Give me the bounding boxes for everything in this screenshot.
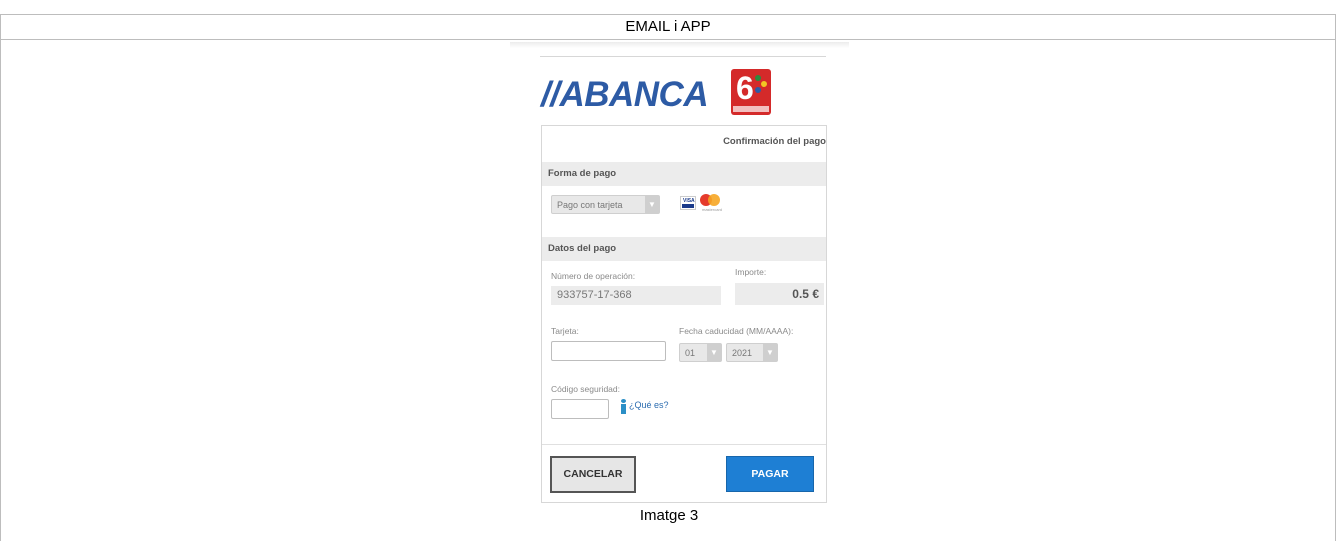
expiry-month-select[interactable]: 01 ▼ bbox=[679, 343, 722, 362]
chevron-down-icon: ▼ bbox=[707, 344, 721, 361]
screenshot-divider bbox=[540, 56, 826, 57]
info-icon-dot bbox=[621, 399, 626, 403]
lottery-dot-green bbox=[755, 75, 761, 81]
what-is-it-link[interactable]: ¿Qué es? bbox=[629, 400, 669, 410]
section-payment-data: Datos del pago bbox=[542, 237, 826, 261]
payment-panel: Confirmación del pago Forma de pago Pago… bbox=[541, 125, 827, 503]
payment-screenshot: //ABANCA 6 Confirmación del pago Forma d… bbox=[510, 42, 849, 504]
visa-icon: VISA bbox=[680, 196, 696, 210]
confirmation-title: Confirmación del pago bbox=[723, 136, 826, 147]
mastercard-icon: mastercard bbox=[700, 194, 722, 212]
cancel-button[interactable]: CANCELAR bbox=[550, 456, 636, 493]
section-payment-method: Forma de pago bbox=[542, 162, 826, 186]
amount-label: Importe: bbox=[735, 267, 767, 277]
mastercard-label: mastercard bbox=[702, 207, 723, 212]
expiry-year-value: 2021 bbox=[732, 348, 753, 358]
abanca-logo: //ABANCA bbox=[541, 75, 709, 114]
chevron-down-icon: ▼ bbox=[645, 196, 659, 213]
lottery-dot-yellow bbox=[761, 81, 767, 87]
chevron-down-icon: ▼ bbox=[763, 344, 777, 361]
payment-method-select[interactable]: Pago con tarjeta ▼ bbox=[551, 195, 660, 214]
screenshot-top-shadow bbox=[510, 42, 849, 48]
mastercard-orange-circle bbox=[708, 194, 720, 206]
operation-number-field: 933757-17-368 bbox=[551, 286, 721, 305]
info-icon-stem bbox=[621, 404, 626, 414]
payment-method-value: Pago con tarjeta bbox=[557, 200, 623, 210]
visa-band bbox=[682, 204, 694, 208]
expiry-month-value: 01 bbox=[685, 348, 696, 358]
lottery-dot-blue bbox=[755, 87, 761, 93]
security-code-label: Código seguridad: bbox=[551, 384, 620, 394]
pay-button[interactable]: PAGAR bbox=[726, 456, 814, 492]
image-caption: Imatge 3 bbox=[639, 507, 699, 524]
card-number-input[interactable] bbox=[551, 341, 666, 361]
table-header: EMAIL i APP bbox=[1, 15, 1335, 40]
operation-number-label: Número de operación: bbox=[551, 271, 636, 281]
buttons-divider bbox=[542, 444, 826, 445]
lottery-logo-number: 6 bbox=[736, 70, 754, 106]
lottery-logo-band bbox=[733, 106, 769, 112]
card-label: Tarjeta: bbox=[551, 326, 579, 336]
security-code-input[interactable] bbox=[551, 399, 609, 419]
expiry-year-select[interactable]: 2021 ▼ bbox=[726, 343, 778, 362]
amount-field: 0.5 € bbox=[735, 283, 824, 305]
expiry-label: Fecha caducidad (MM/AAAA): bbox=[679, 326, 794, 336]
euromillones-logo: 6 bbox=[731, 69, 771, 115]
info-icon[interactable] bbox=[621, 399, 626, 414]
